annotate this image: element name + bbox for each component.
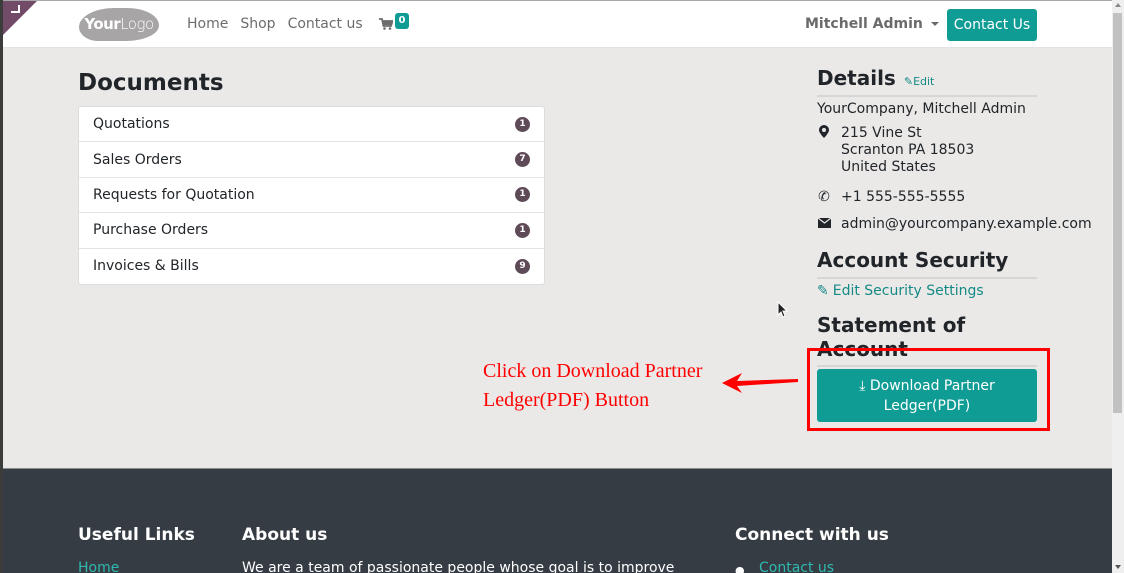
doc-item-label: Purchase Orders <box>93 222 209 239</box>
logo-text-bold: Your <box>84 15 121 33</box>
details-heading: Details ✎Edit <box>817 66 1037 90</box>
scroll-up-arrow-icon[interactable] <box>1115 3 1121 7</box>
email-address: admin@yourcompany.example.com <box>841 216 1092 232</box>
divider <box>817 95 1037 97</box>
vertical-scrollbar[interactable] <box>1112 0 1124 573</box>
phone-icon: ✆ <box>818 189 830 205</box>
doc-item-purchase-orders[interactable]: Purchase Orders 1 <box>79 213 544 249</box>
email-row: admin@yourcompany.example.com <box>817 216 1092 232</box>
logo-text-light: Logo <box>120 15 154 33</box>
edit-security-label: Edit Security Settings <box>832 283 984 299</box>
divider <box>817 277 1037 279</box>
doc-item-label: Sales Orders <box>93 151 182 168</box>
user-name: Mitchell Admin <box>805 16 923 32</box>
doc-item-sales-orders[interactable]: Sales Orders 7 <box>79 142 544 178</box>
doc-item-quotations[interactable]: Quotations 1 <box>79 107 544 143</box>
mouse-cursor-icon <box>777 301 789 318</box>
doc-item-invoices-bills[interactable]: Invoices & Bills 9 <box>79 249 544 284</box>
pencil-icon: ✎ <box>903 75 914 88</box>
about-us-title: About us <box>242 525 328 545</box>
address-line-2: Scranton PA 18503 <box>841 142 975 158</box>
pencil-icon: ✎ <box>817 283 829 299</box>
doc-item-requests-for-quotation[interactable]: Requests for Quotation 1 <box>79 178 544 214</box>
comment-icon: ● <box>735 564 745 573</box>
site-footer: Useful Links Home About us We are a team… <box>3 468 1112 573</box>
doc-item-label: Requests for Quotation <box>93 186 255 203</box>
main-nav: Home Shop Contact us <box>187 16 363 32</box>
envelope-icon <box>817 216 831 232</box>
map-marker-icon <box>817 125 831 176</box>
corner-arrow-icon <box>11 5 20 13</box>
doc-count-badge: 7 <box>515 152 530 168</box>
address-row: 215 Vine St Scranton PA 18503 United Sta… <box>817 125 1037 176</box>
account-security-heading: Account Security <box>817 248 1037 272</box>
doc-item-label: Quotations <box>93 116 170 133</box>
annotation-line1: Click on Download Partner <box>483 360 703 382</box>
cart-count-badge: 0 <box>395 13 409 29</box>
site-logo[interactable]: YourLogo <box>79 8 159 41</box>
edit-label: Edit <box>913 75 935 88</box>
company-name: YourCompany, Mitchell Admin <box>817 101 1026 117</box>
documents-title: Documents <box>78 70 224 96</box>
edit-details-link[interactable]: ✎Edit <box>904 75 935 88</box>
edit-security-settings-link[interactable]: ✎ Edit Security Settings <box>817 283 1037 299</box>
account-security-title: Account Security <box>817 248 1009 272</box>
about-us-text: We are a team of passionate people whose… <box>242 560 675 573</box>
useful-links-title: Useful Links <box>78 525 195 545</box>
scrollbar-thumb[interactable] <box>1113 13 1122 413</box>
annotation-arrow-icon <box>722 373 798 393</box>
phone-row: ✆ +1 555-555-5555 <box>817 189 1037 205</box>
nav-contact-us[interactable]: Contact us <box>288 16 363 32</box>
address-line-3: United States <box>841 159 936 175</box>
cart-icon[interactable] <box>379 18 393 30</box>
doc-item-label: Invoices & Bills <box>93 258 199 275</box>
doc-count-badge: 1 <box>515 187 530 203</box>
documents-list: Quotations 1 Sales Orders 7 Requests for… <box>78 106 545 285</box>
doc-count-badge: 9 <box>515 258 530 274</box>
scroll-down-arrow-icon[interactable] <box>1115 565 1121 569</box>
annotation-line2: Ledger(PDF) Button <box>483 389 650 411</box>
connect-title: Connect with us <box>735 525 889 545</box>
doc-count-badge: 1 <box>515 116 530 132</box>
user-menu-dropdown[interactable]: Mitchell Admin <box>805 16 939 32</box>
caret-down-icon <box>930 22 939 26</box>
nav-shop[interactable]: Shop <box>240 16 275 32</box>
site-header: YourLogo Home Shop Contact us 0 Mitchell… <box>3 1 1112 48</box>
nav-home[interactable]: Home <box>187 16 228 32</box>
editor-corner-toggle[interactable] <box>3 1 37 35</box>
phone-number: +1 555-555-5555 <box>841 189 966 205</box>
address-line-1: 215 Vine St <box>841 125 922 141</box>
annotation-highlight-box <box>807 348 1050 431</box>
contact-us-button[interactable]: Contact Us <box>947 9 1037 41</box>
annotation-text: Click on Download Partner Ledger(PDF) Bu… <box>483 357 723 415</box>
doc-count-badge: 1 <box>515 222 530 238</box>
details-title: Details <box>817 66 896 90</box>
footer-link-home[interactable]: Home <box>78 560 119 573</box>
footer-link-contact-us[interactable]: Contact us <box>759 560 834 573</box>
